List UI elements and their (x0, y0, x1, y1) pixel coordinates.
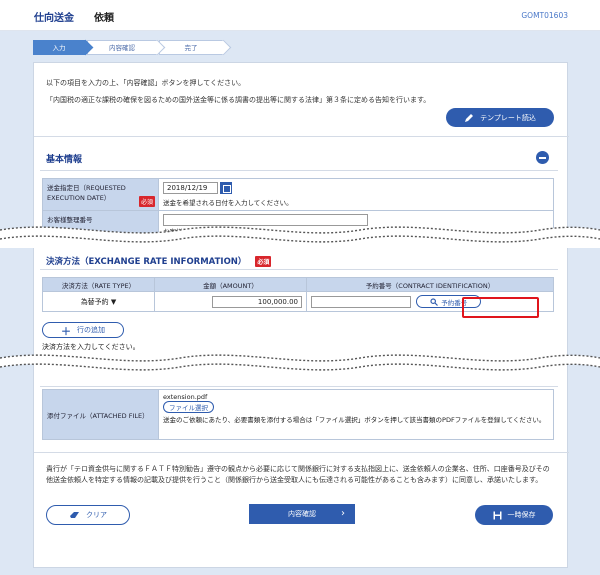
floppy-icon (493, 511, 501, 519)
divider (34, 452, 569, 453)
screen-code: GOMT01603 (521, 11, 568, 20)
required-badge: 必須 (255, 256, 272, 267)
required-badge: 必須 (138, 196, 155, 207)
omission-wave (0, 226, 600, 248)
omission-wave (0, 354, 600, 371)
step-input: 入力 (33, 39, 94, 56)
amount-input[interactable]: 100,000.00 (212, 295, 302, 308)
attachment-table: 添付ファイル（ATTACHED FILE） extension.pdf ファイル… (42, 389, 554, 440)
method-select[interactable]: 為替予約 ▼ (81, 297, 117, 307)
page-title: 仕向送金 (34, 13, 74, 24)
step-confirm: 内容確認 (87, 39, 166, 56)
eraser-icon (70, 512, 79, 518)
highlight-frame (462, 297, 539, 318)
top-bar: 仕向送金 依頼 GOMT01603 (0, 0, 600, 31)
file-name: extension.pdf (163, 393, 208, 401)
payment-title: 決済方法（EXCHANGE RATE INFORMATION） 必須 (46, 256, 272, 267)
date-input[interactable]: 2018/12/19 (163, 182, 218, 194)
clear-button[interactable]: クリア (46, 505, 130, 525)
confirm-button[interactable]: 内容確認 › (249, 504, 355, 524)
pencil-icon (465, 113, 474, 122)
date-cell: 2018/12/19 送金を希望される日付を入力してください。 (158, 178, 554, 211)
add-row-button[interactable]: ＋ 行の追加 (42, 322, 124, 338)
col-contract: 予約番号（CONTRACT IDENTIFICATION） (306, 277, 554, 292)
amount-cell: 100,000.00 (154, 291, 307, 312)
collapse-icon[interactable] (536, 151, 549, 164)
col-amount: 金額（AMOUNT） (154, 277, 307, 292)
divider (40, 269, 558, 270)
search-icon (430, 297, 439, 306)
attachment-hint: 送金のご依頼にあたり、必要書類を添付する場合は「ファイル選択」ボタンを押して該当… (163, 416, 546, 424)
chevron-down-icon: ▼ (110, 297, 117, 306)
date-hint: 送金を希望される日付を入力してください。 (163, 199, 293, 207)
intro-text-1: 以下の項目を入力の上、「内容確認」ボタンを押してください。 (46, 79, 246, 87)
method-cell: 為替予約 ▼ (42, 291, 155, 312)
page-subtitle: 依頼 (94, 13, 114, 24)
template-load-button[interactable]: テンプレート読込 (446, 108, 554, 127)
divider (34, 136, 569, 137)
attachment-label: 添付ファイル（ATTACHED FILE） (42, 389, 159, 440)
col-method: 決済方法（RATE TYPE） (42, 277, 155, 292)
plus-icon: ＋ (61, 326, 71, 338)
fatf-notice: 貴行が「テロ資金供与に関するＦＡＴＦ特別勧告」遵守の観点から必要に応じて関係銀行… (46, 465, 550, 484)
date-label: 送金指定日（REQUESTED EXECUTION DATE） 必須 (42, 178, 159, 211)
chevron-right-icon: › (341, 508, 345, 519)
divider (40, 386, 558, 387)
save-button[interactable]: 一時保存 (475, 505, 553, 525)
step-indicator: 入力 内容確認 完了 (33, 39, 232, 56)
file-select-button[interactable]: ファイル選択 (163, 401, 214, 413)
contract-input[interactable] (311, 295, 411, 308)
divider (40, 170, 558, 171)
attachment-cell: extension.pdf ファイル選択 送金のご依頼にあたり、必要書類を添付す… (158, 389, 554, 440)
basic-info-title: 基本情報 (46, 155, 83, 165)
calendar-icon[interactable] (220, 182, 232, 194)
intro-text-2: 「内国税の適正な課税の確保を図るための国外送金等に係る調書の提出等に関する法律」… (46, 96, 431, 104)
step-complete: 完了 (159, 39, 232, 56)
